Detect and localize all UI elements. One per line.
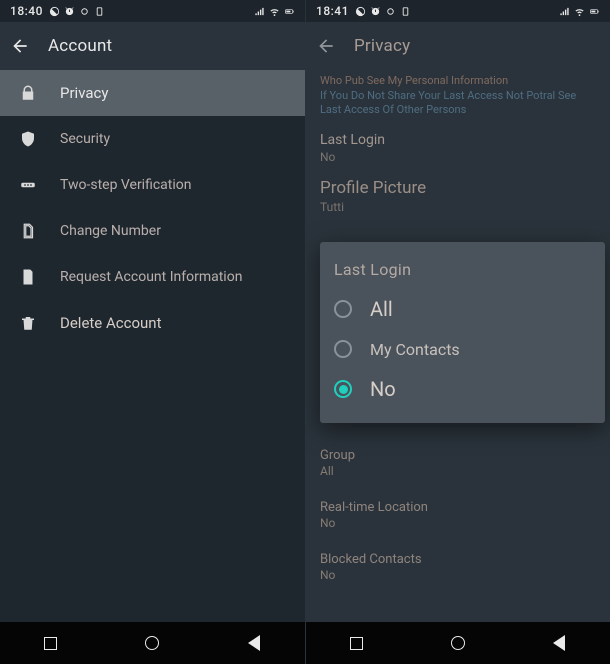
device-icon — [400, 6, 411, 17]
sim-icon — [18, 221, 38, 241]
radio-label: My Contacts — [370, 340, 460, 359]
section-title: Last Login — [320, 132, 596, 148]
lower-sections: Group All Real-time Location No Blocked … — [320, 448, 596, 604]
status-icons-right — [559, 6, 600, 17]
section-value: No — [320, 516, 596, 530]
appbar-title: Privacy — [354, 36, 410, 56]
radio-icon — [334, 300, 352, 318]
dnd-icon — [49, 6, 60, 17]
screen-privacy: 18:41 Privacy Who Pub See My Personal In… — [305, 0, 610, 664]
nav-back[interactable] — [550, 634, 568, 652]
section-title: Profile Picture — [320, 178, 596, 198]
subheading-1: Who Pub See My Personal Information — [320, 74, 596, 87]
row-label: Two-step Verification — [60, 177, 192, 193]
section-value: All — [320, 464, 596, 478]
radio-option-all[interactable]: All — [334, 289, 591, 329]
radio-label: All — [370, 297, 393, 321]
section-last-login[interactable]: Last Login No — [320, 132, 596, 164]
dnd-icon — [355, 6, 366, 17]
radio-icon-checked — [334, 380, 352, 398]
radio-option-contacts[interactable]: My Contacts — [334, 329, 591, 369]
status-time: 18:41 — [316, 4, 349, 18]
shield-icon — [18, 129, 38, 149]
section-blocked-contacts[interactable]: Blocked Contacts No — [320, 552, 596, 582]
dialog-title: Last Login — [334, 260, 591, 279]
appbar-title: Account — [48, 36, 112, 56]
radio-label: No — [370, 377, 396, 401]
battery-icon — [589, 6, 600, 17]
section-value: Tutti — [320, 200, 596, 214]
status-icons-left — [49, 6, 105, 17]
circle-icon — [79, 6, 90, 17]
section-value: No — [320, 568, 596, 582]
privacy-body: Who Pub See My Personal Information If Y… — [306, 70, 610, 622]
screen-account: 18:40 Account Privacy Security — [0, 0, 305, 664]
subheading-2: If You Do Not Share Your Last Access Not… — [320, 89, 596, 118]
nav-home[interactable] — [449, 634, 467, 652]
nav-recents[interactable] — [42, 634, 60, 652]
wifi-icon — [269, 6, 280, 17]
wifi-icon — [574, 6, 585, 17]
row-twostep[interactable]: Two-step Verification — [0, 162, 305, 208]
signal-icon — [254, 6, 265, 17]
navbar-left — [0, 622, 305, 664]
appbar-right: Privacy — [306, 22, 610, 70]
row-label: Request Account Information — [60, 269, 242, 285]
radio-option-no[interactable]: No — [334, 369, 591, 409]
section-realtime-location[interactable]: Real-time Location No — [320, 500, 596, 530]
circle-icon — [385, 6, 396, 17]
trash-icon — [18, 313, 38, 333]
section-value: No — [320, 150, 596, 164]
status-bar-right: 18:41 — [306, 0, 610, 22]
status-time: 18:40 — [10, 4, 43, 18]
section-title: Group — [320, 448, 596, 463]
section-group[interactable]: Group All — [320, 448, 596, 478]
section-profile-picture[interactable]: Profile Picture Tutti — [320, 178, 596, 214]
nav-back[interactable] — [245, 634, 263, 652]
row-delete[interactable]: Delete Account — [0, 300, 305, 346]
status-icons-right — [254, 6, 295, 17]
appbar-left: Account — [0, 22, 305, 70]
radio-icon — [334, 340, 352, 358]
section-title: Real-time Location — [320, 500, 596, 515]
nav-home[interactable] — [143, 634, 161, 652]
dots-icon — [18, 175, 38, 195]
row-label: Security — [60, 131, 110, 147]
row-privacy[interactable]: Privacy — [0, 70, 305, 116]
status-icons-left — [355, 6, 411, 17]
section-title: Blocked Contacts — [320, 552, 596, 567]
battery-icon — [284, 6, 295, 17]
status-bar-left: 18:40 — [0, 0, 305, 22]
row-label: Delete Account — [60, 314, 161, 332]
navbar-right — [306, 622, 610, 664]
dialog-last-login: Last Login All My Contacts No — [320, 242, 605, 423]
back-button[interactable] — [314, 34, 338, 58]
nav-recents[interactable] — [348, 634, 366, 652]
signal-icon — [559, 6, 570, 17]
alarm-icon — [64, 6, 75, 17]
row-label: Privacy — [60, 84, 108, 102]
alarm-icon — [370, 6, 381, 17]
device-icon — [94, 6, 105, 17]
row-reqinfo[interactable]: Request Account Information — [0, 254, 305, 300]
row-label: Change Number — [60, 223, 161, 239]
lock-icon — [18, 83, 38, 103]
row-security[interactable]: Security — [0, 116, 305, 162]
account-list: Privacy Security Two-step Verification C… — [0, 70, 305, 622]
row-changenum[interactable]: Change Number — [0, 208, 305, 254]
back-button[interactable] — [8, 34, 32, 58]
doc-icon — [18, 267, 38, 287]
